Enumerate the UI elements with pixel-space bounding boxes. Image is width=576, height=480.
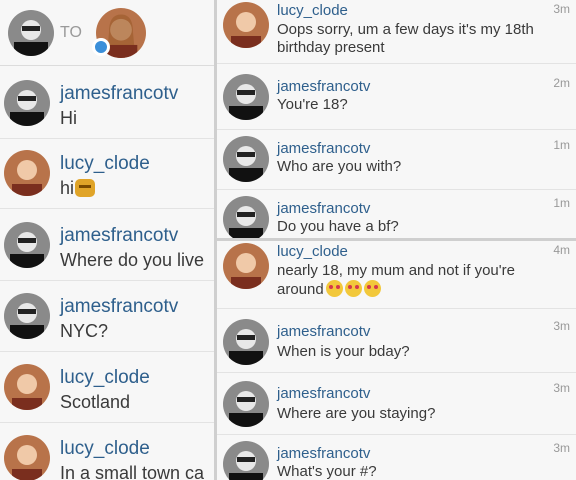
female-avatar-icon (4, 364, 50, 410)
message-item[interactable]: lucy_clode Scotland (0, 354, 214, 423)
message-text: Scotland (60, 392, 131, 412)
female-avatar-icon (4, 435, 50, 480)
male-avatar-icon (223, 74, 269, 120)
message-text: In a small town ca (60, 463, 205, 480)
message-time: 3m (553, 319, 570, 333)
message-text: Do you have a bf? (277, 218, 399, 235)
message-username[interactable]: jamesfrancotv (277, 445, 370, 462)
male-avatar-icon (223, 196, 269, 238)
male-avatar-icon (223, 381, 269, 427)
message-username[interactable]: jamesfrancotv (277, 200, 370, 217)
message-text: When is your bday? (277, 343, 410, 360)
message-username[interactable]: jamesfrancotv (60, 83, 178, 105)
message-text: Who are you with? (277, 158, 402, 175)
left-screenshot: TO jamesfrancotv Hi lucy_clode hi jamesf… (0, 0, 214, 480)
female-avatar-icon (223, 243, 269, 289)
message-text: What's your #? (277, 463, 377, 480)
message-time: 3m (553, 381, 570, 395)
message-username[interactable]: jamesfrancotv (277, 323, 370, 340)
right-top-screenshot: lucy_clode Oops sorry, um a few days it'… (217, 0, 576, 238)
message-text: Where are you staying? (277, 405, 436, 422)
message-time: 1m (553, 196, 570, 210)
message-time: 2m (553, 76, 570, 90)
message-username[interactable]: jamesfrancotv (60, 225, 178, 247)
message-text: Oops sorry, um a few days it's my 18th b… (277, 21, 534, 56)
message-item[interactable]: jamesfrancotv NYC? (0, 283, 214, 352)
message-item[interactable]: lucy_clode hi (0, 140, 214, 209)
message-item[interactable]: jamesfrancotv What's your #? 3m (217, 435, 576, 480)
right-bottom-screenshot: lucy_clode nearly 18, my mum and not if … (217, 241, 576, 480)
message-text: NYC? (60, 321, 109, 341)
heart-eyes-emoji-icon (325, 280, 343, 297)
message-username[interactable]: jamesfrancotv (277, 78, 370, 95)
message-item[interactable]: jamesfrancotv Where do you live (0, 212, 214, 281)
message-time: 3m (553, 441, 570, 455)
message-text: nearly 18, my mum and not if you're arou… (277, 262, 515, 298)
recipient-selected-icon (92, 38, 110, 56)
message-text: hi (60, 178, 96, 199)
message-item[interactable]: jamesfrancotv Hi (0, 70, 214, 139)
heart-eyes-emoji-icon (344, 280, 362, 297)
message-username[interactable]: lucy_clode (60, 367, 150, 389)
cat-emoji-icon (75, 179, 96, 197)
message-username[interactable]: lucy_clode (277, 2, 348, 19)
male-avatar-icon (4, 293, 50, 339)
male-avatar-icon (223, 319, 269, 365)
male-avatar-icon (4, 80, 50, 126)
message-item[interactable]: jamesfrancotv When is your bday? 3m (217, 313, 576, 373)
message-time: 4m (553, 243, 570, 257)
female-avatar-icon (223, 2, 269, 48)
heart-eyes-emoji-icon (363, 280, 381, 297)
male-avatar-icon (223, 136, 269, 182)
male-avatar-icon (8, 10, 54, 56)
message-text: Where do you live (60, 250, 205, 270)
message-item[interactable]: jamesfrancotv Do you have a bf? 1m (217, 190, 576, 238)
message-text: Hi (60, 108, 77, 128)
message-item[interactable]: lucy_clode nearly 18, my mum and not if … (217, 241, 576, 309)
message-item[interactable]: lucy_clode In a small town ca (0, 425, 214, 480)
message-username[interactable]: lucy_clode (60, 153, 150, 175)
message-item[interactable]: jamesfrancotv You're 18? 2m (217, 70, 576, 130)
message-time: 3m (553, 2, 570, 16)
message-time: 1m (553, 138, 570, 152)
message-username[interactable]: jamesfrancotv (277, 140, 370, 157)
male-avatar-icon (4, 222, 50, 268)
recipients-row: TO (0, 0, 214, 66)
female-avatar-icon (4, 150, 50, 196)
message-username[interactable]: lucy_clode (277, 243, 348, 260)
message-username[interactable]: jamesfrancotv (60, 296, 178, 318)
message-item[interactable]: jamesfrancotv Who are you with? 1m (217, 130, 576, 190)
male-avatar-icon (223, 441, 269, 480)
message-username[interactable]: lucy_clode (60, 438, 150, 460)
message-username[interactable]: jamesfrancotv (277, 385, 370, 402)
message-item[interactable]: lucy_clode Oops sorry, um a few days it'… (217, 0, 576, 64)
message-text: You're 18? (277, 96, 348, 113)
message-item[interactable]: jamesfrancotv Where are you staying? 3m (217, 375, 576, 435)
to-label: TO (60, 24, 82, 41)
